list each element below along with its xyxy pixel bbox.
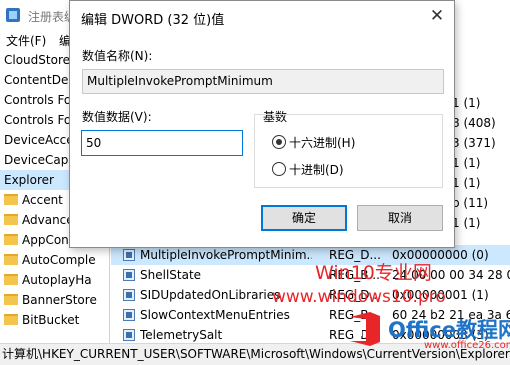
value-data-cell: 3 (371): [452, 136, 496, 150]
base-group: [254, 114, 443, 188]
value-name-cell: ShellState: [140, 268, 202, 282]
hex-radio[interactable]: [272, 135, 286, 149]
folder-icon: [4, 214, 18, 225]
tree-item-label: AutoComple: [22, 253, 96, 267]
folder-icon: [4, 194, 18, 205]
tree-item-label: CloudStore: [4, 53, 70, 67]
tree-item[interactable]: BannerStore: [0, 290, 109, 310]
tree-item-label: Advance: [22, 213, 74, 227]
reg-value-icon: [123, 289, 135, 301]
value-row[interactable]: MultipleInvokePromptMinim... REG_D... 0x00…: [111, 245, 510, 265]
tree-item-label: BitBucket: [22, 313, 80, 327]
folder-icon: [4, 294, 18, 305]
value-name-field[interactable]: MultipleInvokePromptMinimum: [82, 69, 444, 94]
reg-value-icon: [123, 249, 135, 261]
hex-radio-label[interactable]: 十六进制(H): [289, 134, 355, 151]
tree-item-label: DeviceCapa: [4, 153, 76, 167]
tree-item-label: Controls Fo: [4, 93, 72, 107]
tree-item-label: AutoplayHa: [22, 273, 92, 287]
value-data-input[interactable]: [81, 130, 243, 156]
folder-icon: [4, 274, 18, 285]
folder-icon: [4, 314, 18, 325]
value-data-cell: 1 (1): [452, 156, 481, 170]
value-name-cell: SlowContextMenuEntries: [140, 308, 290, 322]
value-data-cell: 1 (1): [452, 216, 481, 230]
decimal-radio[interactable]: [272, 162, 286, 176]
value-name-cell: TelemetrySalt: [140, 328, 223, 342]
tree-item-label: DeviceAcce: [4, 133, 74, 147]
close-icon[interactable]: ✕: [422, 3, 452, 29]
value-data-cell: b (11): [452, 196, 489, 210]
cancel-button[interactable]: 取消: [357, 205, 443, 231]
value-data-cell: 8 (408): [452, 116, 496, 130]
dialog-title: 编辑 DWORD (32 位)值: [81, 13, 225, 28]
value-data-label: 数值数据(V):: [82, 110, 152, 124]
decimal-radio-label[interactable]: 十进制(D): [289, 161, 344, 178]
folder-icon: [4, 234, 18, 245]
watermark-office-url: www.office26.com: [424, 340, 510, 351]
value-row[interactable]: ShellState REG_B... 24 00 00 00 34 28 00: [111, 265, 510, 285]
reg-value-icon: [123, 269, 135, 281]
tree-item-label: Controls Fo: [4, 113, 72, 127]
tree-item[interactable]: BitBucket: [0, 310, 109, 330]
tree-item-label: Explorer: [4, 173, 54, 187]
tree-item-label: BannerStore: [22, 293, 97, 307]
reg-value-icon: [123, 329, 135, 341]
ok-button[interactable]: 确定: [261, 205, 347, 231]
menu-file[interactable]: 文件(F): [6, 32, 46, 49]
value-name-label: 数值名称(N):: [82, 49, 153, 63]
folder-icon: [4, 254, 18, 265]
watermark-win10-url: www.windows10.pro: [272, 287, 446, 307]
reg-value-icon: [123, 309, 135, 321]
office-logo-icon: [350, 312, 380, 346]
tree-item[interactable]: AutoplayHa: [0, 270, 109, 290]
tree-item-label: Accent: [22, 193, 63, 207]
watermark-win10: Win10专业网: [315, 262, 432, 284]
value-name-cell: MultipleInvokePromptMinim...: [140, 248, 312, 262]
regedit-app-icon: [6, 8, 20, 22]
tree-item-label: ContentDel: [4, 73, 72, 87]
tree-item[interactable]: AutoComple: [0, 250, 109, 270]
value-data-cell: 1 (1): [452, 176, 481, 190]
value-data-cell: 1 (1): [452, 96, 481, 110]
tree-item-label: AppCon: [22, 233, 69, 247]
edit-dword-dialog: 编辑 DWORD (32 位)值 ✕ 数值名称(N): MultipleInvo…: [69, 0, 455, 248]
